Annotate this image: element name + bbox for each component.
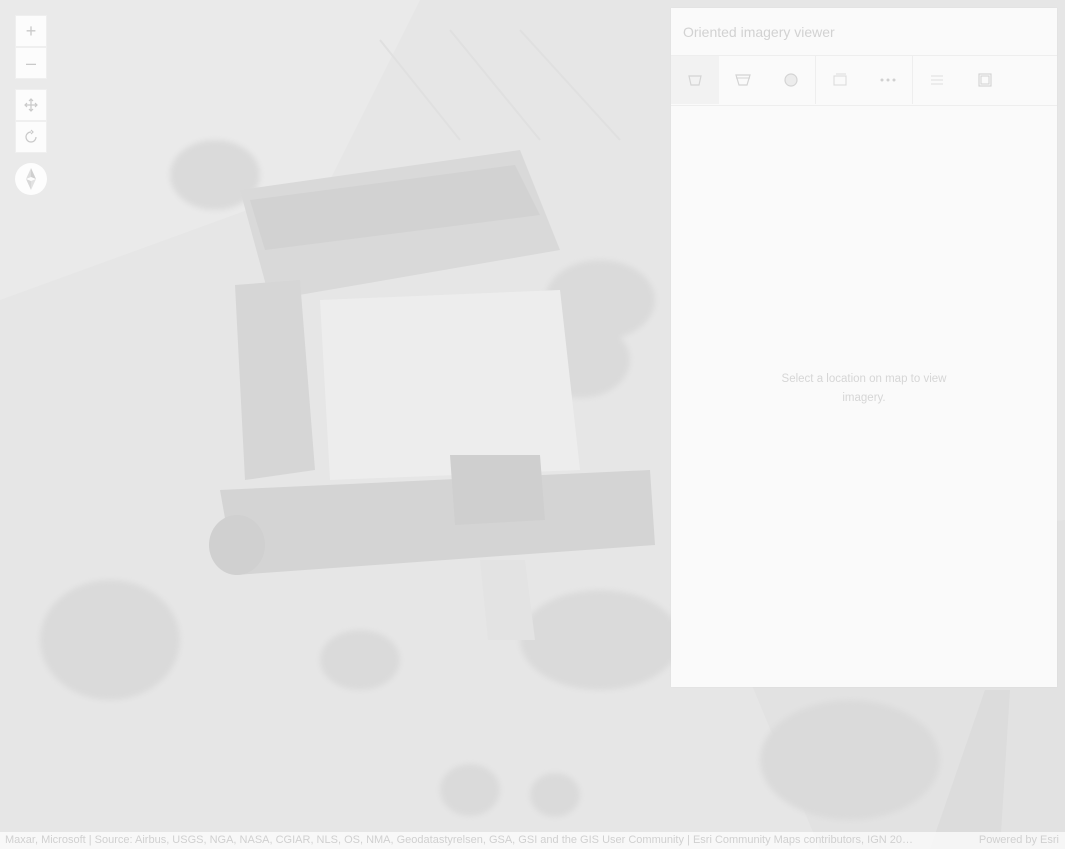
image-gallery-button[interactable] bbox=[816, 56, 864, 104]
compass-button[interactable] bbox=[15, 163, 47, 195]
panel-title: Oriented imagery viewer bbox=[683, 24, 835, 40]
rotate-icon bbox=[25, 129, 37, 143]
zoom-out-button[interactable]: – bbox=[15, 47, 47, 79]
attribution-text[interactable]: Maxar, Microsoft | Source: Airbus, USGS,… bbox=[5, 832, 955, 849]
footprint-icon bbox=[688, 75, 702, 86]
camera-location-button[interactable] bbox=[719, 56, 767, 104]
attribution-bar: Maxar, Microsoft | Source: Airbus, USGS,… bbox=[0, 832, 1065, 849]
rotate-button[interactable] bbox=[15, 121, 47, 153]
move-icon bbox=[24, 98, 38, 112]
plus-icon: + bbox=[25, 20, 37, 41]
panel-header: Oriented imagery viewer bbox=[671, 8, 1057, 56]
more-icon bbox=[880, 78, 896, 82]
panel-toolbar bbox=[671, 56, 1057, 106]
compass-needle-icon bbox=[26, 168, 36, 190]
layer-list-icon bbox=[931, 75, 943, 85]
image-gallery-icon bbox=[833, 73, 847, 86]
zoom-in-button[interactable]: + bbox=[15, 15, 47, 47]
camera-location-icon bbox=[735, 74, 751, 86]
minus-icon: – bbox=[25, 52, 36, 73]
empty-state-message: Select a location on map to view imagery… bbox=[781, 373, 947, 404]
layer-list-button[interactable] bbox=[913, 56, 961, 104]
more-button[interactable] bbox=[864, 56, 912, 104]
image-enhancement-button[interactable] bbox=[961, 56, 1009, 104]
pan-button[interactable] bbox=[15, 89, 47, 121]
footprint-button[interactable] bbox=[671, 56, 719, 104]
image-enhancement-icon bbox=[978, 73, 992, 87]
coverage-icon bbox=[784, 73, 798, 87]
powered-by-link[interactable]: Powered by Esri bbox=[979, 832, 1059, 849]
coverage-button[interactable] bbox=[767, 56, 815, 104]
oriented-imagery-panel: Oriented imagery viewer Select a locatio… bbox=[671, 8, 1057, 687]
